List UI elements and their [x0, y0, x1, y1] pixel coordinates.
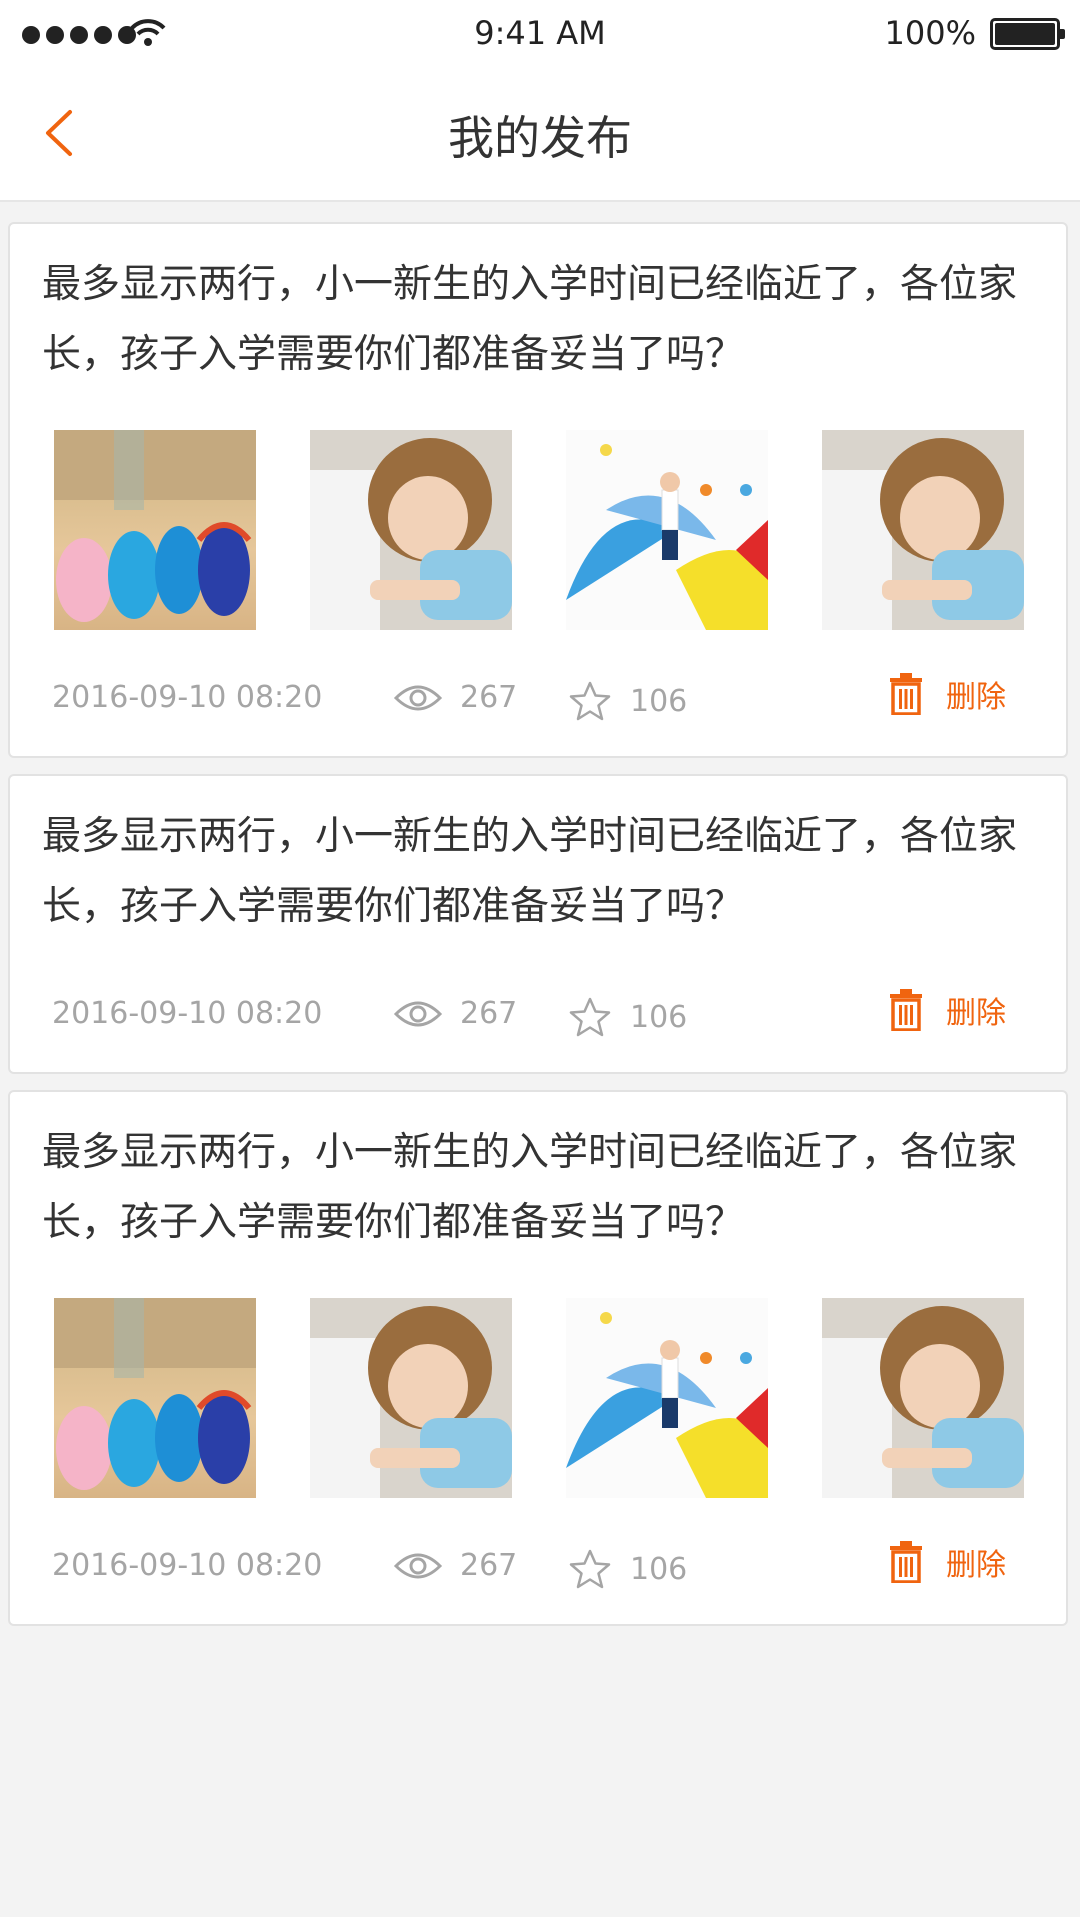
child-umbrellas-image[interactable]: [566, 1298, 768, 1498]
page-title: 我的发布: [448, 111, 632, 165]
navigation-bar: 我的发布: [0, 70, 1080, 202]
child-umbrellas-image[interactable]: [566, 430, 768, 630]
post-card[interactable]: 最多显示两行，小一新生的入学时间已经临近了，各位家长，孩子入学需要你们都准备妥当…: [8, 222, 1068, 758]
trash-icon: [890, 673, 922, 715]
view-count-value: 267: [460, 996, 518, 1031]
post-meta: 2016-09-10 08:20 267 106 删除: [42, 668, 1036, 728]
eye-icon: [394, 1553, 442, 1578]
post-date: 2016-09-10 08:20: [52, 680, 323, 715]
favorite-count-value: 106: [630, 999, 688, 1035]
girl-laptop-image[interactable]: [310, 1298, 512, 1498]
trash-icon: [890, 989, 922, 1031]
post-meta: 2016-09-10 08:20 267 106 删除: [42, 984, 1036, 1044]
post-images: [42, 1298, 1036, 1498]
delete-button[interactable]: 删除: [888, 672, 1006, 716]
post-text: 最多显示两行，小一新生的入学时间已经临近了，各位家长，孩子入学需要你们都准备妥当…: [42, 814, 1018, 929]
delete-button[interactable]: 删除: [888, 1540, 1006, 1584]
favorite-count-value: 106: [630, 1551, 688, 1587]
post-text: 最多显示两行，小一新生的入学时间已经临近了，各位家长，孩子入学需要你们都准备妥当…: [42, 1130, 1018, 1245]
star-icon: [569, 997, 611, 1037]
star-icon: [569, 1549, 611, 1589]
post-images: [42, 430, 1036, 630]
status-bar: 9:41 AM 100%: [0, 0, 1080, 70]
post-card[interactable]: 最多显示两行，小一新生的入学时间已经临近了，各位家长，孩子入学需要你们都准备妥当…: [8, 774, 1068, 1074]
view-count: 267: [394, 680, 517, 715]
girl-laptop-image[interactable]: [822, 1298, 1024, 1498]
favorite-count-value: 106: [630, 683, 688, 719]
girl-laptop-image[interactable]: [822, 430, 1024, 630]
delete-label: 删除: [946, 996, 1006, 1031]
post-meta: 2016-09-10 08:20 267 106 删除: [42, 1536, 1036, 1596]
view-count-value: 267: [460, 1548, 518, 1583]
girl-laptop-image[interactable]: [310, 430, 512, 630]
post-text: 最多显示两行，小一新生的入学时间已经临近了，各位家长，孩子入学需要你们都准备妥当…: [42, 262, 1018, 377]
star-icon: [569, 681, 611, 721]
battery-icon: [990, 18, 1065, 50]
post-list: 最多显示两行，小一新生的入学时间已经临近了，各位家长，孩子入学需要你们都准备妥当…: [8, 222, 1068, 1642]
trash-icon: [890, 1541, 922, 1583]
delete-label: 删除: [946, 1548, 1006, 1583]
view-count-value: 267: [460, 680, 518, 715]
shoes-image[interactable]: [54, 430, 256, 630]
view-count: 267: [394, 1548, 517, 1583]
post-card[interactable]: 最多显示两行，小一新生的入学时间已经临近了，各位家长，孩子入学需要你们都准备妥当…: [8, 1090, 1068, 1626]
battery-percentage: 100%: [884, 14, 976, 52]
eye-icon: [394, 685, 442, 710]
delete-button[interactable]: 删除: [888, 988, 1006, 1032]
eye-icon: [394, 1001, 442, 1026]
delete-label: 删除: [946, 680, 1006, 715]
post-date: 2016-09-10 08:20: [52, 996, 323, 1031]
view-count: 267: [394, 996, 517, 1031]
favorite-count: 106: [568, 996, 687, 1038]
favorite-count: 106: [568, 680, 687, 722]
shoes-image[interactable]: [54, 1298, 256, 1498]
post-date: 2016-09-10 08:20: [52, 1548, 323, 1583]
favorite-count: 106: [568, 1548, 687, 1590]
